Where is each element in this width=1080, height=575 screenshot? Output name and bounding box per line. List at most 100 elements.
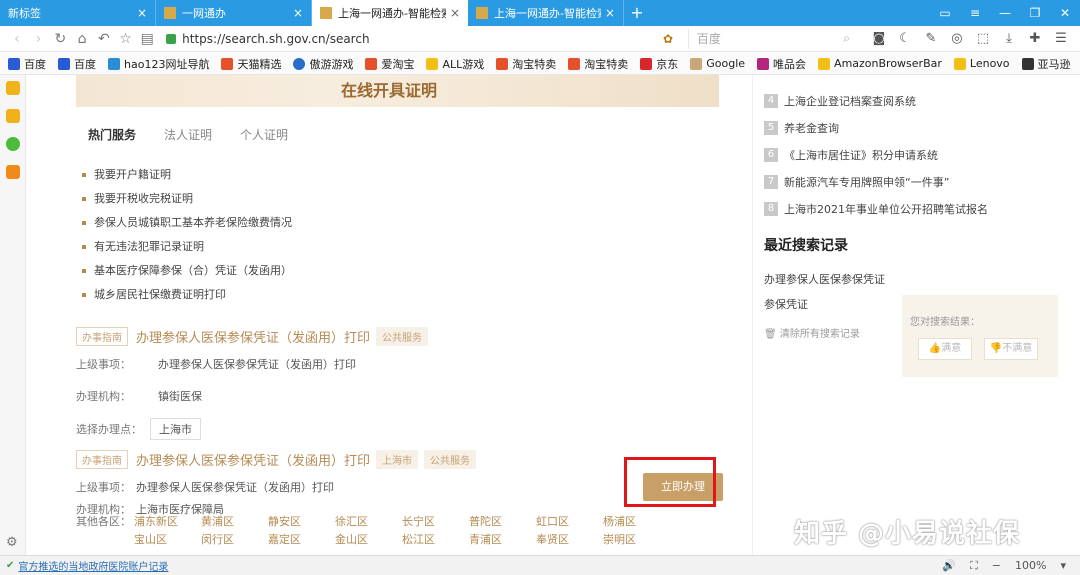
more-menu-icon[interactable]: ☰ [1048, 31, 1074, 46]
close-window-icon[interactable]: ✕ [1050, 0, 1080, 26]
browser-tab-active[interactable]: 上海一网通办-智能检索 × [312, 0, 468, 26]
list-item[interactable]: 参保人员城镇职工基本养老保险缴费情况 [82, 211, 292, 235]
bookmark-item[interactable]: 亚马逊 [1021, 56, 1071, 72]
district-link[interactable]: 宝山区 [134, 531, 201, 547]
district-link[interactable]: 徐汇区 [335, 513, 402, 529]
notes-icon[interactable] [5, 109, 20, 123]
chat-icon[interactable]: ◎ [944, 31, 970, 46]
forward-icon[interactable]: › [28, 31, 50, 47]
reader-icon[interactable]: ▤ [136, 31, 158, 47]
result-tag: 办事指南 [76, 450, 128, 469]
recent-search-item[interactable]: 参保凭证 [764, 296, 885, 321]
district-link[interactable]: 青浦区 [469, 531, 536, 547]
tab-hot-services[interactable]: 热门服务 [88, 126, 136, 143]
undo-icon[interactable]: ↶ [93, 31, 115, 47]
back-icon[interactable]: ‹ [6, 31, 28, 47]
district-link[interactable]: 长宁区 [402, 513, 469, 529]
favorites-star-icon[interactable] [5, 81, 20, 95]
district-link[interactable]: 普陀区 [469, 513, 536, 529]
moon-icon[interactable]: ☾ [892, 31, 918, 46]
bookmark-item[interactable]: 淘宝特卖 [568, 56, 628, 72]
tab-personal[interactable]: 个人证明 [240, 126, 288, 143]
close-icon[interactable]: × [293, 6, 303, 20]
list-item[interactable]: 6 《上海市居住证》积分申请系统 [764, 141, 988, 168]
fullscreen-icon[interactable]: ⛶ [970, 559, 978, 573]
settings-gear-icon[interactable]: ⚙ [6, 535, 18, 550]
zoom-minus-icon[interactable]: − [992, 559, 1001, 573]
bookmark-item[interactable]: 京东 [640, 56, 678, 72]
list-item[interactable]: 4 上海企业登记档案查阅系统 [764, 87, 988, 114]
list-item[interactable]: 我要开税收完税证明 [82, 187, 292, 211]
district-link[interactable]: 静安区 [268, 513, 335, 529]
result-title-link[interactable]: 办理参保人医保参保凭证（发函用）打印 [136, 450, 370, 469]
point-select[interactable]: 上海市 [150, 418, 201, 440]
search-icon[interactable]: ⌕ [843, 31, 850, 46]
chat-bot-icon[interactable] [5, 137, 20, 151]
bookmark-item[interactable]: 傲游游戏 [293, 56, 353, 72]
list-item[interactable]: 8 上海市2021年事业单位公开招聘笔试报名 [764, 195, 988, 222]
close-icon[interactable]: × [605, 6, 615, 20]
tab-legal-person[interactable]: 法人证明 [164, 126, 212, 143]
district-link[interactable]: 崇明区 [603, 531, 670, 547]
list-item[interactable]: 城乡居民社保缴费证明打印 [82, 283, 292, 307]
browser-tab[interactable]: 新标签 × [0, 0, 156, 26]
close-icon[interactable]: × [137, 6, 147, 20]
volume-icon[interactable]: 🔊 [942, 559, 956, 573]
list-item[interactable]: 我要开户籍证明 [82, 163, 292, 187]
list-item[interactable]: 7 新能源汽车专用牌照申领“一件事” [764, 168, 988, 195]
satisfied-button[interactable]: 👍满意 [918, 338, 972, 360]
bookmark-item[interactable]: 百度 [58, 56, 96, 72]
district-link[interactable]: 奉贤区 [536, 531, 603, 547]
screenshot-icon[interactable]: ⬚ [970, 31, 996, 46]
new-tab-button[interactable]: + [624, 0, 650, 26]
status-text[interactable]: 官方推选的当地政府医院账户记录 [18, 558, 168, 573]
bookmark-item[interactable]: hao123网址导航 [108, 56, 209, 72]
district-link[interactable]: 闵行区 [201, 531, 268, 547]
tools-icon[interactable]: ✎ [918, 31, 944, 46]
extensions-icon[interactable]: ✚ [1022, 31, 1048, 46]
browser-tab[interactable]: 上海一网通办-智能检索 × [468, 0, 624, 26]
restore-icon[interactable]: ❐ [1020, 0, 1050, 26]
minimize-icon[interactable]: — [990, 0, 1020, 26]
banner-image[interactable]: 在线开具证明 [76, 75, 719, 107]
search-input[interactable]: 百度 ⌕ [687, 28, 856, 49]
zoom-dropdown-icon[interactable]: ▾ [1060, 559, 1066, 573]
close-icon[interactable]: × [450, 6, 460, 20]
list-item[interactable]: 5 养老金查询 [764, 114, 988, 141]
clear-history-button[interactable]: 🗑 清除所有搜索记录 [764, 325, 885, 340]
bookmark-item[interactable]: AmazonBrowserBar [818, 57, 942, 70]
result-title-link[interactable]: 办理参保人医保参保凭证（发函用）打印 [136, 327, 370, 346]
site-icon [164, 7, 176, 19]
rss-icon[interactable] [5, 165, 20, 179]
extension-icon[interactable]: ✿ [648, 32, 688, 46]
bookmark-item[interactable]: 天猫精选 [221, 56, 281, 72]
district-link[interactable]: 虹口区 [536, 513, 603, 529]
list-item[interactable]: 基本医疗保障参保（合）凭证（发函用） [82, 259, 292, 283]
sidebar-toggle-icon[interactable]: ▭ [930, 0, 960, 26]
bookmark-item[interactable]: 爱淘宝 [365, 56, 414, 72]
district-link[interactable]: 黄浦区 [201, 513, 268, 529]
browser-tab[interactable]: 一网通办 × [156, 0, 312, 26]
refresh-icon[interactable]: ↻ [49, 31, 71, 47]
bookmark-item[interactable]: Google [690, 57, 745, 70]
district-link[interactable]: 松江区 [402, 531, 469, 547]
bookmark-item[interactable]: 唯品会 [757, 56, 806, 72]
download-icon[interactable]: ⤓ [996, 31, 1022, 46]
bookmark-item[interactable]: ALL游戏 [426, 56, 484, 72]
url-field[interactable]: https://search.sh.gov.cn/search [166, 29, 648, 49]
district-link[interactable]: 浦东新区 [134, 513, 201, 529]
recent-search-item[interactable]: 办理参保人医保参保凭证 [764, 271, 885, 296]
favorite-star-icon[interactable]: ☆ [115, 31, 137, 47]
list-item[interactable]: 有无违法犯罪记录证明 [82, 235, 292, 259]
unsatisfied-button[interactable]: 👎不满意 [984, 338, 1038, 360]
bookmark-item[interactable]: 百度 [8, 56, 46, 72]
camera-icon[interactable]: ◙ [866, 31, 892, 46]
home-icon[interactable]: ⌂ [71, 31, 93, 47]
menu-icon[interactable]: ≡ [960, 0, 990, 26]
bookmark-item[interactable]: 淘宝特卖 [496, 56, 556, 72]
district-link[interactable]: 嘉定区 [268, 531, 335, 547]
zoom-level[interactable]: 100% [1015, 559, 1046, 573]
district-link[interactable]: 金山区 [335, 531, 402, 547]
district-link[interactable]: 杨浦区 [603, 513, 670, 529]
bookmark-item[interactable]: Lenovo [953, 57, 1010, 70]
